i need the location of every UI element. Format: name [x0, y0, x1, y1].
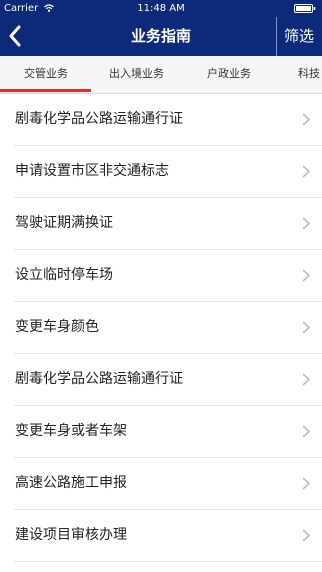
navigation-bar: Carrier 11:48 AM 业务指南 筛选	[0, 0, 322, 56]
service-guide-list: 剧毒化学品公路运输通行证 申请设置市区非交通标志 驾驶证期满换证 设立临时停车场…	[0, 94, 322, 562]
tab-traffic-services[interactable]: 交管业务	[24, 56, 68, 92]
back-button[interactable]	[4, 22, 28, 50]
chevron-right-icon	[302, 165, 310, 178]
list-item[interactable]: 变更车身颜色	[14, 302, 322, 354]
list-item[interactable]: 设立临时停车场	[14, 250, 322, 302]
chevron-right-icon	[302, 217, 310, 230]
list-item-label: 剧毒化学品公路运输通行证	[15, 371, 183, 387]
list-item-label: 申请设置市区非交通标志	[15, 163, 169, 179]
list-item-label: 变更车身颜色	[15, 319, 99, 335]
tab-exit-entry-services[interactable]: 出入境业务	[109, 56, 164, 92]
chevron-right-icon	[302, 269, 310, 282]
chevron-right-icon	[302, 373, 310, 386]
back-chevron-icon	[9, 25, 21, 47]
list-item[interactable]: 建设项目审核办理	[14, 510, 322, 562]
list-item[interactable]: 申请设置市区非交通标志	[14, 146, 322, 198]
chevron-right-icon	[302, 477, 310, 490]
clock-time: 11:48 AM	[137, 3, 185, 14]
tab-technology[interactable]: 科技	[298, 56, 320, 92]
list-item[interactable]: 驾驶证期满换证	[14, 198, 322, 250]
list-item-label: 变更车身或者车架	[15, 423, 127, 439]
filter-button[interactable]: 筛选	[284, 24, 322, 48]
list-item-label: 高速公路施工申报	[15, 475, 127, 491]
list-item-label: 建设项目审核办理	[15, 527, 127, 543]
chevron-right-icon	[302, 321, 310, 334]
list-item-label: 剧毒化学品公路运输通行证	[15, 111, 183, 127]
list-item-label: 驾驶证期满换证	[15, 215, 113, 231]
list-item[interactable]: 变更车身或者车架	[14, 406, 322, 458]
chevron-right-icon	[302, 425, 310, 438]
page-title: 业务指南	[130, 27, 191, 45]
selected-tab-indicator	[0, 89, 91, 92]
list-item[interactable]: 剧毒化学品公路运输通行证	[14, 94, 322, 146]
tab-household-services[interactable]: 户政业务	[207, 56, 251, 92]
list-item[interactable]: 高速公路施工申报	[14, 458, 322, 510]
chevron-right-icon	[302, 113, 310, 126]
list-item[interactable]: 剧毒化学品公路运输通行证	[14, 354, 322, 406]
battery-icon	[294, 4, 316, 13]
list-item-label: 设立临时停车场	[15, 267, 113, 283]
nav-divider	[276, 17, 277, 56]
chevron-right-icon	[302, 529, 310, 542]
status-bar: Carrier 11:48 AM	[0, 0, 322, 17]
